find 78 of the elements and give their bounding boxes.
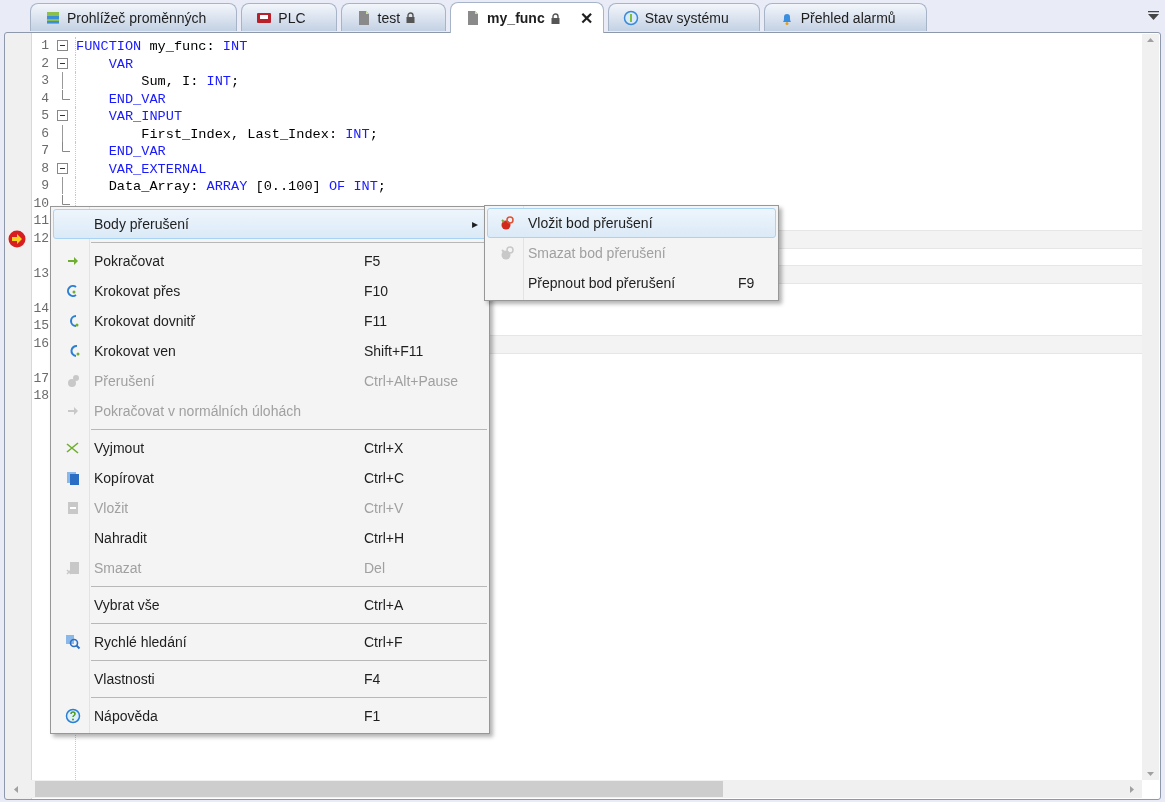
menu-item[interactable]: Kopírovat Ctrl+C (53, 463, 487, 493)
breakpoint-icon (499, 215, 515, 231)
tab-label: PLC (278, 9, 306, 26)
collapse-icon[interactable] (57, 110, 68, 121)
tab[interactable]: Prohlížeč proměnných (30, 3, 238, 31)
code-line: END_VAR (107, 144, 166, 159)
tab-label: my_func (487, 10, 545, 26)
scrollbar-thumb[interactable] (35, 781, 723, 797)
vertical-scrollbar[interactable] (1142, 34, 1159, 780)
tab-label: test (377, 9, 401, 26)
scroll-down-icon[interactable] (1147, 772, 1154, 776)
menu-item[interactable]: Body přerušení ▸ (53, 209, 487, 239)
line-number: 2 (40, 54, 50, 72)
table-icon (45, 9, 61, 26)
delete-icon (65, 560, 81, 576)
pause-icon (65, 373, 81, 389)
line-number: 12 (33, 229, 50, 248)
menu-item[interactable]: Nápověda F1 (53, 701, 487, 731)
line-number: 9 (40, 177, 50, 195)
code-line: Data_Array: ARRAY [0..100] OF INT; (107, 179, 387, 194)
collapse-icon[interactable] (57, 57, 68, 69)
menu-item[interactable]: Vybrat vše Ctrl+A (53, 590, 487, 620)
line-number: 13 (33, 264, 50, 283)
tab[interactable]: Stav systému (607, 3, 760, 31)
tab-label: Přehled alarmů (800, 9, 896, 26)
scissors-icon (65, 440, 81, 456)
line-number: 15 (33, 317, 50, 335)
line-number: 3 (40, 72, 50, 90)
code-line: VAR_EXTERNAL (107, 161, 207, 177)
collapse-icon[interactable] (57, 40, 68, 51)
line-number: 4 (40, 89, 50, 107)
menu-item[interactable]: Krokovat přes F10 (53, 276, 487, 306)
line-number: 5 (40, 107, 50, 125)
code-line: First_Index, Last_Index: INT; (140, 126, 378, 142)
help-icon (65, 708, 81, 724)
line-number: 10 (33, 194, 50, 212)
line-number: 7 (40, 142, 50, 160)
code-line: FUNCTION my_func: INT (76, 39, 248, 54)
status-icon (622, 9, 639, 26)
menu-item[interactable]: Vlastnosti F4 (53, 664, 487, 694)
code-line: Sum, I: INT; (140, 74, 240, 89)
lock-icon (406, 12, 416, 23)
line-number: 17 (33, 369, 50, 387)
line-number: 14 (33, 299, 50, 317)
line-number: 18 (33, 387, 50, 405)
menu-item[interactable]: Vložit bod přerušení (487, 208, 776, 238)
tab[interactable]: PLC (241, 3, 337, 31)
line-number: 6 (40, 124, 50, 142)
tab-label: Stav systému (644, 9, 729, 26)
tab[interactable]: Přehled alarmů (763, 3, 927, 31)
dropdown-icon[interactable] (1148, 11, 1159, 21)
menu-item[interactable]: Pokračovat F5 (53, 246, 487, 276)
code-line: VAR_INPUT (107, 109, 183, 124)
paste-icon (65, 500, 81, 516)
scroll-left-icon[interactable] (14, 785, 18, 793)
tab[interactable]: test (340, 3, 447, 31)
menu-item[interactable]: Krokovat ven Shift+F11 (53, 336, 487, 366)
menu-item[interactable]: Vyjmout Ctrl+X (53, 433, 487, 463)
menu-item[interactable]: Rychlé hledání Ctrl+F (53, 627, 487, 657)
breakpoint-icon (499, 245, 515, 261)
tab[interactable]: my_func ✕ (450, 2, 604, 33)
collapse-icon[interactable] (57, 162, 68, 174)
close-button[interactable]: ✕ (579, 8, 593, 28)
copy-icon (65, 470, 81, 486)
line-number: 1 (40, 37, 50, 55)
line-number: 16 (33, 334, 50, 353)
scroll-right-icon[interactable] (1130, 785, 1134, 793)
tab-label: Prohlížeč proměnných (67, 9, 207, 26)
menu-item[interactable]: Přepnout bod přerušení F9 (487, 268, 776, 298)
line-number: 8 (40, 159, 50, 177)
search-icon (65, 634, 81, 650)
code-line: VAR (107, 56, 134, 72)
menu-item[interactable]: Krokovat dovnitř F11 (53, 306, 487, 336)
menu-item[interactable]: Nahradit Ctrl+H (53, 523, 487, 553)
code-line: END_VAR (107, 91, 166, 107)
line-number: 11 (33, 212, 50, 230)
scroll-up-icon[interactable] (1147, 38, 1154, 42)
lock-icon (550, 12, 560, 24)
